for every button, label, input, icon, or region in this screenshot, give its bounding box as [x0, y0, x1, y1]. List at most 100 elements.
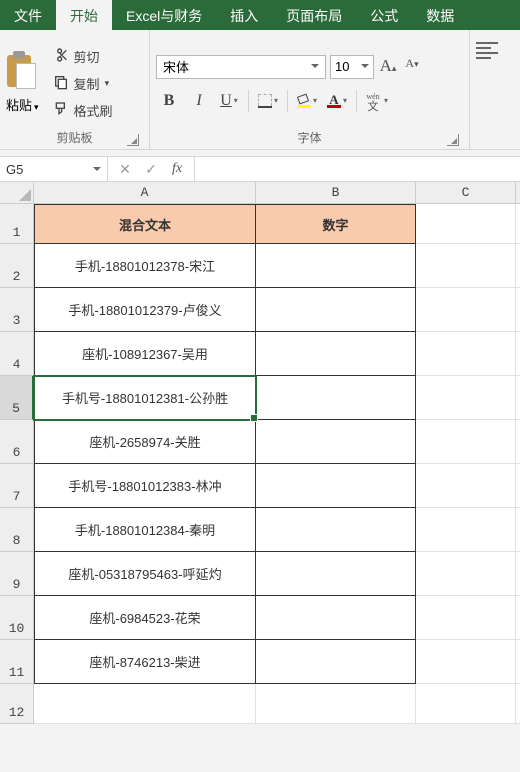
- row-header-2[interactable]: 2: [0, 244, 34, 288]
- chevron-down-icon[interactable]: ▾: [274, 96, 278, 105]
- font-name-combo[interactable]: 宋体: [156, 55, 326, 79]
- cell-A12[interactable]: [34, 684, 256, 724]
- phonetic-button[interactable]: wén 文 ▾: [363, 89, 389, 113]
- cell-B4[interactable]: [256, 332, 416, 376]
- font-size-combo[interactable]: 10: [330, 55, 374, 79]
- borders-button[interactable]: ▾: [255, 89, 281, 113]
- increase-font-button[interactable]: A▴: [378, 56, 398, 78]
- cell-A3[interactable]: 手机-18801012379-卢俊义: [34, 288, 256, 332]
- phonetic-icon: wén 文: [364, 93, 382, 109]
- row-header-9[interactable]: 9: [0, 552, 34, 596]
- cell-C7[interactable]: [416, 464, 516, 508]
- fx-button[interactable]: fx: [164, 161, 190, 177]
- font-color-icon: A: [327, 94, 341, 108]
- cell-B10[interactable]: [256, 596, 416, 640]
- row-header-1[interactable]: 1: [0, 204, 34, 244]
- tab-home[interactable]: 开始: [56, 0, 112, 30]
- cut-label: 剪切: [74, 47, 100, 66]
- cell-C3[interactable]: [416, 288, 516, 332]
- select-all-corner[interactable]: [0, 182, 34, 204]
- copy-button[interactable]: 复制 ▾: [53, 74, 113, 93]
- cell-C10[interactable]: [416, 596, 516, 640]
- cell-A4[interactable]: 座机-108912367-吴用: [34, 332, 256, 376]
- cut-button[interactable]: 剪切: [53, 47, 113, 66]
- cell-B2[interactable]: [256, 244, 416, 288]
- cell-C6[interactable]: [416, 420, 516, 464]
- tab-page-layout[interactable]: 页面布局: [272, 0, 356, 30]
- cell-C12[interactable]: [416, 684, 516, 724]
- column-header-C[interactable]: C: [416, 182, 516, 204]
- cell-C5[interactable]: [416, 376, 516, 420]
- decrease-font-button[interactable]: A▾: [402, 56, 422, 78]
- cell-B9[interactable]: [256, 552, 416, 596]
- cell-C11[interactable]: [416, 640, 516, 684]
- cancel-button[interactable]: ✕: [112, 161, 138, 178]
- cell-A7[interactable]: 手机号-18801012383-林冲: [34, 464, 256, 508]
- tab-formula[interactable]: 公式: [356, 0, 412, 30]
- tab-file[interactable]: 文件: [0, 0, 56, 30]
- cell-C9[interactable]: [416, 552, 516, 596]
- cell-A11[interactable]: 座机-8746213-柴进: [34, 640, 256, 684]
- cell-C8[interactable]: [416, 508, 516, 552]
- column-header-edge: [516, 182, 520, 204]
- format-painter-label: 格式刷: [74, 101, 113, 120]
- cell-A2[interactable]: 手机-18801012378-宋江: [34, 244, 256, 288]
- cell-C4[interactable]: [416, 332, 516, 376]
- chevron-down-icon[interactable]: ▾: [234, 96, 238, 105]
- row-header-7[interactable]: 7: [0, 464, 34, 508]
- name-box[interactable]: G5: [0, 157, 108, 181]
- cell-B6[interactable]: [256, 420, 416, 464]
- column-header-A[interactable]: A: [34, 182, 256, 204]
- italic-button[interactable]: I: [186, 89, 212, 113]
- tab-excel-finance[interactable]: Excel与财务: [112, 0, 216, 30]
- cell-B3[interactable]: [256, 288, 416, 332]
- chevron-down-icon[interactable]: [361, 64, 369, 72]
- cell-A8[interactable]: 手机-18801012384-秦明: [34, 508, 256, 552]
- formula-input[interactable]: [195, 157, 520, 181]
- cell-edge-8: [516, 508, 520, 552]
- row-header-3[interactable]: 3: [0, 288, 34, 332]
- row-header-6[interactable]: 6: [0, 420, 34, 464]
- cell-C1[interactable]: [416, 204, 516, 244]
- chevron-down-icon[interactable]: [311, 64, 319, 72]
- chevron-down-icon[interactable]: ▾: [34, 102, 39, 112]
- column-header-B[interactable]: B: [256, 182, 416, 204]
- cell-B12[interactable]: [256, 684, 416, 724]
- underline-button[interactable]: U▾: [216, 89, 242, 113]
- fill-color-button[interactable]: ▾: [294, 89, 320, 113]
- cell-B11[interactable]: [256, 640, 416, 684]
- row-header-5[interactable]: 5: [0, 376, 34, 420]
- cell-A9[interactable]: 座机-05318795463-呼延灼: [34, 552, 256, 596]
- chevron-down-icon[interactable]: ▾: [313, 96, 317, 105]
- cell-A1[interactable]: 混合文本: [34, 204, 256, 244]
- dialog-launcher-icon[interactable]: [447, 134, 459, 146]
- copy-icon: [53, 74, 69, 93]
- chevron-down-icon[interactable]: [93, 167, 101, 175]
- bold-button[interactable]: B: [156, 89, 182, 113]
- cell-C2[interactable]: [416, 244, 516, 288]
- cell-B8[interactable]: [256, 508, 416, 552]
- cell-B1[interactable]: 数字: [256, 204, 416, 244]
- cell-B5[interactable]: [256, 376, 416, 420]
- tab-data[interactable]: 数据: [412, 0, 468, 30]
- cell-A10[interactable]: 座机-6984523-花荣: [34, 596, 256, 640]
- chevron-down-icon[interactable]: ▾: [105, 78, 110, 89]
- row-header-8[interactable]: 8: [0, 508, 34, 552]
- align-left-icon[interactable]: [476, 42, 498, 60]
- row-header-10[interactable]: 10: [0, 596, 34, 640]
- row-header-4[interactable]: 4: [0, 332, 34, 376]
- cell-A5[interactable]: 手机号-18801012381-公孙胜: [34, 376, 256, 420]
- chevron-down-icon[interactable]: ▾: [343, 96, 347, 105]
- separator: [287, 90, 288, 112]
- dialog-launcher-icon[interactable]: [127, 134, 139, 146]
- tab-insert[interactable]: 插入: [216, 0, 272, 30]
- chevron-down-icon[interactable]: ▾: [384, 96, 388, 105]
- format-painter-button[interactable]: 格式刷: [53, 101, 113, 120]
- font-color-button[interactable]: A ▾: [324, 89, 350, 113]
- cell-B7[interactable]: [256, 464, 416, 508]
- row-header-11[interactable]: 11: [0, 640, 34, 684]
- row-header-12[interactable]: 12: [0, 684, 34, 724]
- enter-button[interactable]: ✓: [138, 161, 164, 178]
- cell-A6[interactable]: 座机-2658974-关胜: [34, 420, 256, 464]
- paste-button[interactable]: 粘贴▾: [6, 47, 45, 114]
